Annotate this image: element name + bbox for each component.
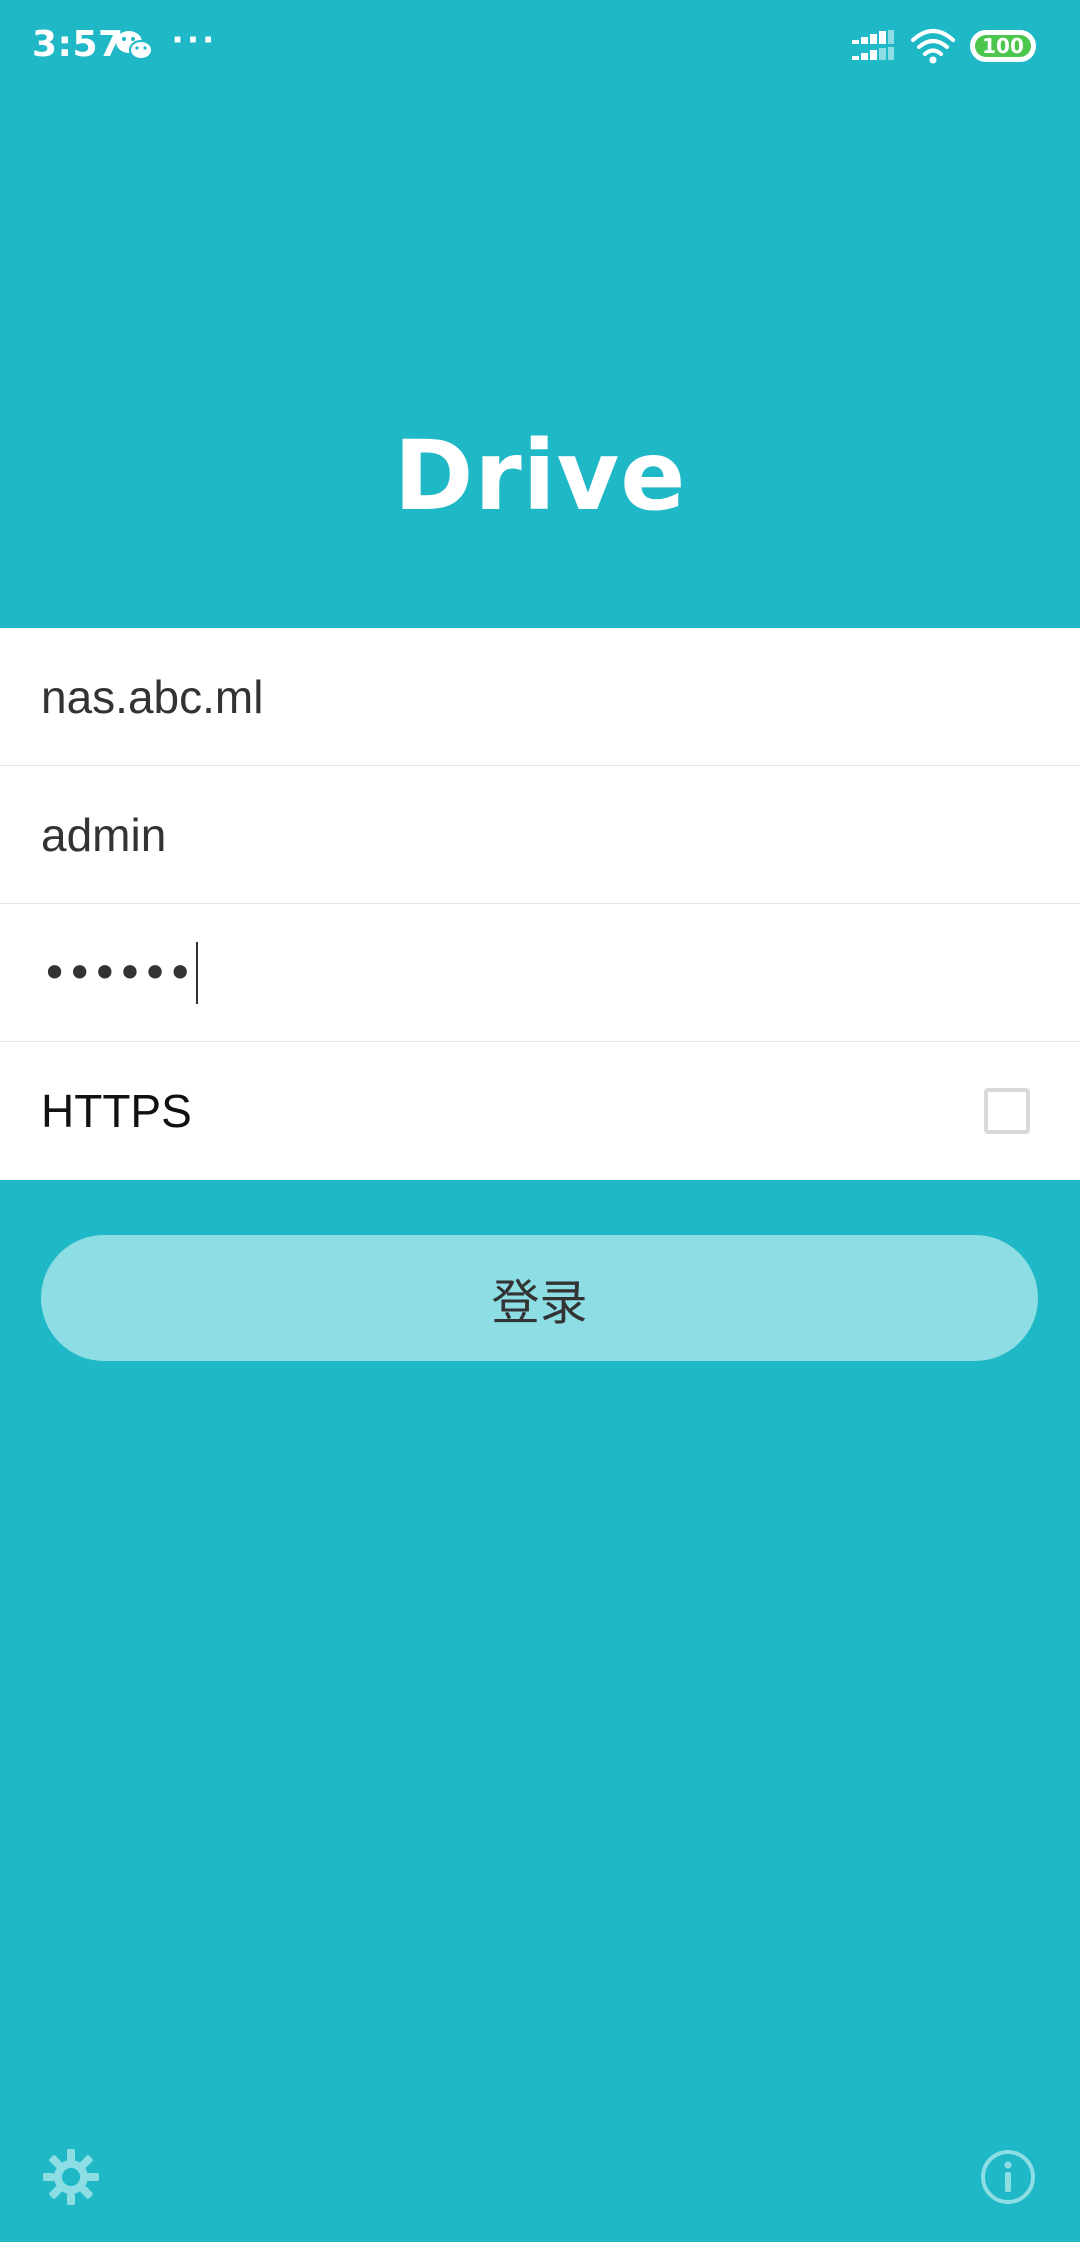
server-row [0,628,1080,766]
status-time: 3:57 [32,24,124,65]
https-label: HTTPS [41,1085,192,1137]
settings-icon[interactable] [42,2148,100,2206]
username-row [0,766,1080,904]
status-bar: 3:57 ··· 100 [0,0,1080,96]
login-button[interactable]: 登录 [41,1235,1038,1361]
text-cursor [195,941,198,1004]
battery-level: 100 [975,34,1031,58]
battery-icon: 100 [970,30,1036,62]
https-checkbox[interactable] [984,1088,1030,1134]
server-input[interactable] [41,669,1001,724]
app-title: Drive [393,420,687,532]
password-value: •••••• [41,945,194,1000]
username-input[interactable] [41,807,1001,862]
more-notifications-icon: ··· [172,18,218,62]
login-form: •••••• HTTPS [0,628,1080,1180]
https-row[interactable]: HTTPS [0,1042,1080,1180]
info-icon[interactable] [979,2148,1037,2206]
signal-icon [852,30,894,60]
wechat-icon [116,31,153,60]
password-row[interactable]: •••••• [0,904,1080,1042]
wifi-icon [911,29,955,64]
password-field[interactable]: •••••• [41,941,198,1004]
